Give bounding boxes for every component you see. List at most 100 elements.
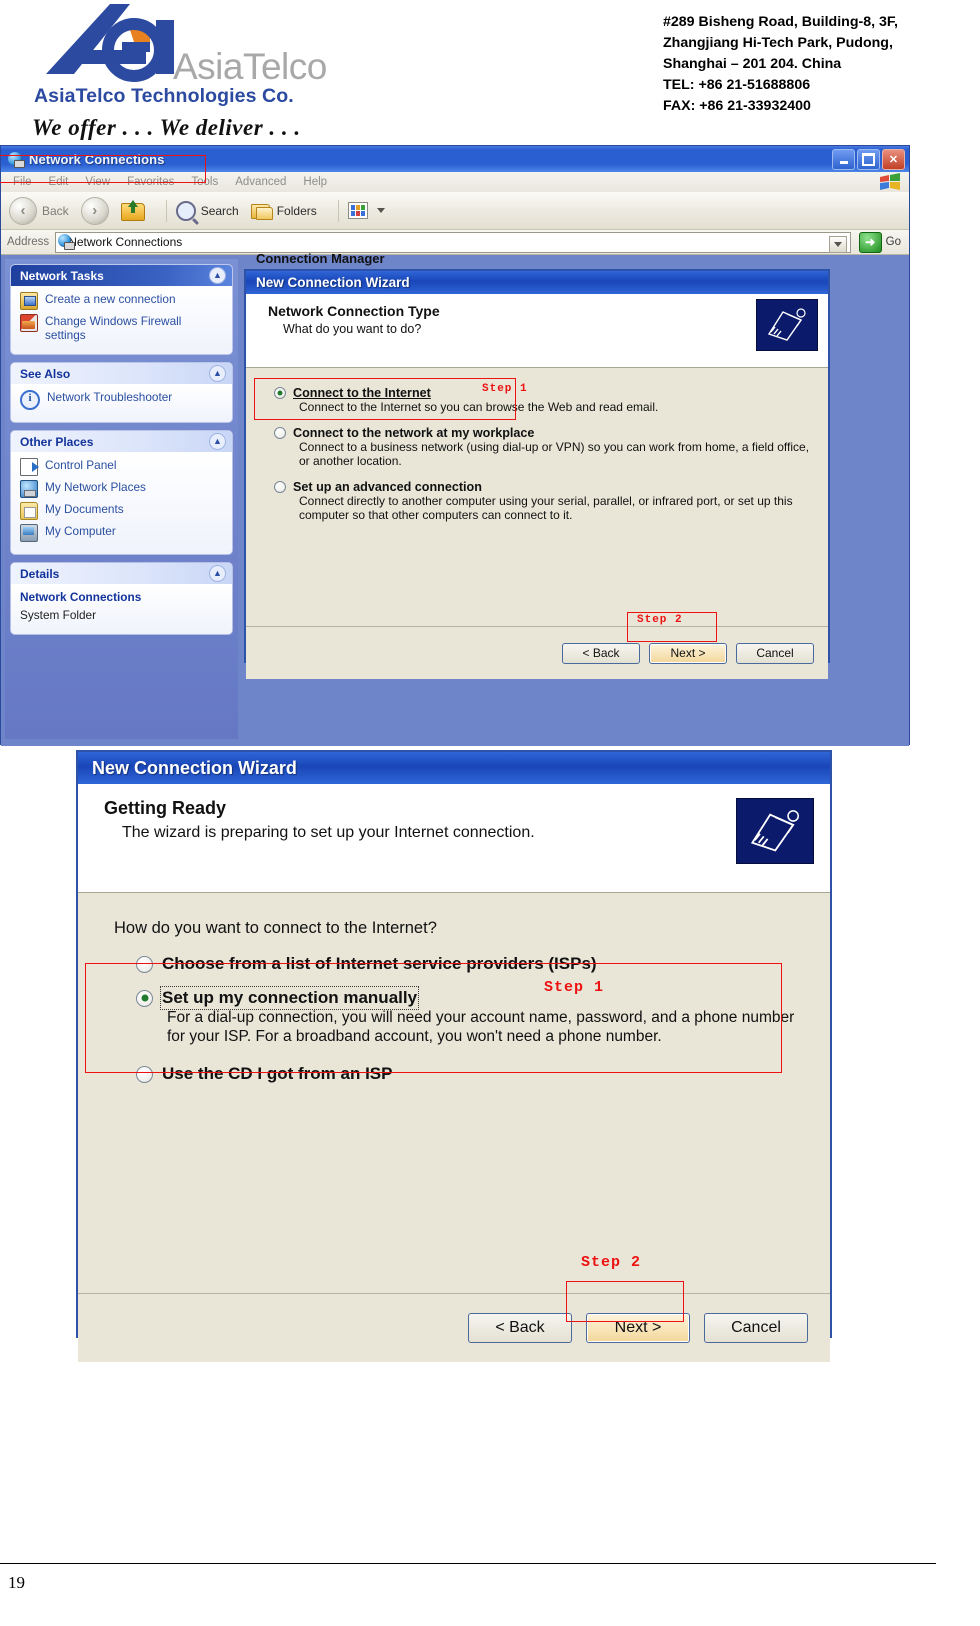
toolbar-separator-1 bbox=[165, 199, 167, 222]
up-button[interactable] bbox=[120, 200, 145, 221]
wizard2-footer: < Back Next > Cancel bbox=[78, 1293, 830, 1362]
task-item-control-panel[interactable]: Control Panel bbox=[20, 458, 225, 476]
wizard2-option-manual[interactable]: Set up my connection manually For a dial… bbox=[136, 986, 810, 1046]
back-button[interactable]: < Back bbox=[562, 642, 640, 664]
task-group-network-tasks: Network Tasks ▲ Create a new connection … bbox=[11, 265, 232, 354]
menu-view[interactable]: View bbox=[79, 176, 121, 188]
address-line-2: Zhangjiang Hi-Tech Park, Pudong, bbox=[663, 35, 893, 51]
task-header-other-places[interactable]: Other Places ▲ bbox=[11, 431, 232, 452]
menu-edit[interactable]: Edit bbox=[43, 176, 80, 188]
task-label: My Documents bbox=[45, 502, 124, 516]
wizard2-heading: Getting Ready bbox=[104, 798, 227, 818]
task-item-change-firewall[interactable]: Change Windows Firewall settings bbox=[20, 314, 225, 342]
cancel-button[interactable]: Cancel bbox=[704, 1313, 808, 1343]
back-button[interactable]: ‹ Back bbox=[9, 196, 69, 225]
new-connection-icon bbox=[20, 292, 38, 310]
task-group-see-also: See Also ▲ i Network Troubleshooter bbox=[11, 363, 232, 422]
views-button[interactable] bbox=[347, 202, 385, 219]
wizard1-header: Network Connection Type What do you want… bbox=[246, 294, 828, 368]
maximize-button[interactable] bbox=[857, 149, 880, 170]
company-address: #289 Bisheng Road, Building-8, 3F, Zhang… bbox=[663, 12, 898, 117]
annotation-step2-label: Step 2 bbox=[581, 1254, 642, 1271]
back-button[interactable]: < Back bbox=[468, 1313, 572, 1343]
wizard1-option-advanced[interactable]: Set up an advanced connection Connect di… bbox=[274, 480, 810, 522]
annotation-step1-label: Step 1 bbox=[544, 979, 605, 996]
radio-connect-workplace[interactable] bbox=[274, 427, 286, 439]
menu-advanced[interactable]: Advanced bbox=[229, 176, 297, 188]
wizard1-subheading: What do you want to do? bbox=[283, 322, 422, 336]
wizard2-titlebar: New Connection Wizard bbox=[78, 752, 830, 784]
task-item-my-computer[interactable]: My Computer bbox=[20, 524, 225, 542]
collapse-chevron-icon[interactable]: ▲ bbox=[209, 433, 226, 450]
window-title: Network Connections bbox=[29, 151, 165, 167]
wizard2-subheading: The wizard is preparing to set up your I… bbox=[122, 824, 535, 841]
toolbar: ‹ Back › Search Folders bbox=[1, 192, 909, 230]
search-icon bbox=[175, 200, 196, 221]
control-panel-icon bbox=[20, 458, 39, 476]
task-header-network-tasks[interactable]: Network Tasks ▲ bbox=[11, 265, 232, 286]
views-grid-icon bbox=[347, 202, 368, 219]
address-label: Address bbox=[7, 236, 50, 248]
task-item-network-troubleshooter[interactable]: i Network Troubleshooter bbox=[20, 390, 225, 410]
task-label: My Network Places bbox=[45, 480, 146, 494]
forward-button[interactable]: › bbox=[80, 196, 109, 225]
folders-button[interactable]: Folders bbox=[250, 202, 317, 220]
annotation-step2-label: Step 2 bbox=[637, 614, 683, 626]
radio-setup-manually[interactable] bbox=[136, 989, 153, 1007]
menu-file[interactable]: File bbox=[7, 176, 43, 188]
menu-bar: File Edit View Favorites Tools Advanced … bbox=[1, 172, 909, 192]
letterhead: AsiaTelco AsiaTelco Technologies Co. We … bbox=[0, 0, 980, 145]
folders-label: Folders bbox=[276, 203, 317, 218]
task-item-my-documents[interactable]: My Documents bbox=[20, 502, 225, 520]
task-title-other-places: Other Places bbox=[20, 434, 94, 449]
new-connection-wizard-dialog-2: New Connection Wizard Getting Ready The … bbox=[76, 750, 832, 1362]
task-label: Create a new connection bbox=[45, 292, 176, 306]
menu-tools[interactable]: Tools bbox=[185, 176, 229, 188]
wizard2-option-isp-list[interactable]: Choose from a list of Internet service p… bbox=[136, 954, 810, 974]
radio-use-cd[interactable] bbox=[136, 1065, 153, 1083]
address-line-1: #289 Bisheng Road, Building-8, 3F, bbox=[663, 14, 898, 30]
go-button[interactable]: ➜ Go bbox=[858, 231, 901, 253]
details-subtitle: System Folder bbox=[20, 608, 97, 622]
menu-favorites[interactable]: Favorites bbox=[121, 176, 185, 188]
radio-connect-internet[interactable] bbox=[274, 387, 286, 399]
task-body-network-tasks: Create a new connection Change Windows F… bbox=[11, 286, 232, 354]
wizard1-option-internet[interactable]: Connect to the Internet Connect to the I… bbox=[274, 386, 810, 414]
close-icon[interactable]: ✕ bbox=[882, 149, 905, 170]
task-label: My Computer bbox=[45, 524, 116, 538]
radio-choose-isp-list[interactable] bbox=[136, 955, 153, 973]
page-number: 19 bbox=[8, 1573, 25, 1592]
go-arrow-icon: ➜ bbox=[858, 231, 882, 253]
menu-help[interactable]: Help bbox=[297, 176, 338, 188]
task-item-create-connection[interactable]: Create a new connection bbox=[20, 292, 225, 310]
option-description: For a dial-up connection, you will need … bbox=[167, 1009, 795, 1045]
radio-advanced-connection[interactable] bbox=[274, 481, 286, 493]
collapse-chevron-icon[interactable]: ▲ bbox=[209, 565, 226, 582]
search-label: Search bbox=[200, 203, 239, 218]
option-description: Connect directly to another computer usi… bbox=[299, 494, 793, 522]
wizard2-option-cd[interactable]: Use the CD I got from an ISP bbox=[136, 1064, 810, 1084]
task-item-my-network-places[interactable]: My Network Places bbox=[20, 480, 225, 498]
address-input[interactable]: Network Connections bbox=[55, 231, 851, 253]
network-places-icon bbox=[20, 480, 38, 498]
minimize-button[interactable] bbox=[832, 149, 855, 170]
window-titlebar: Network Connections ✕ bbox=[1, 146, 909, 172]
option-description: Connect to a business network (using dia… bbox=[299, 440, 810, 468]
cancel-button[interactable]: Cancel bbox=[736, 642, 814, 664]
network-wizard-icon bbox=[736, 798, 814, 864]
address-dropdown-button[interactable] bbox=[828, 235, 847, 253]
wizard1-option-workplace[interactable]: Connect to the network at my workplace C… bbox=[274, 426, 810, 468]
next-button[interactable]: Next > bbox=[649, 642, 727, 664]
details-name: Network Connections bbox=[20, 590, 225, 604]
info-icon: i bbox=[20, 390, 40, 410]
collapse-chevron-icon[interactable]: ▲ bbox=[209, 267, 226, 284]
next-button[interactable]: Next > bbox=[586, 1313, 690, 1343]
task-title-network-tasks: Network Tasks bbox=[20, 268, 104, 283]
search-button[interactable]: Search bbox=[175, 200, 239, 221]
task-header-see-also[interactable]: See Also ▲ bbox=[11, 363, 232, 384]
folders-icon bbox=[250, 202, 273, 220]
company-tagline: We offer . . . We deliver . . . bbox=[32, 115, 301, 140]
collapse-chevron-icon[interactable]: ▲ bbox=[209, 365, 226, 382]
task-header-details[interactable]: Details ▲ bbox=[11, 563, 232, 584]
new-connection-wizard-dialog-1: New Connection Wizard Network Connection… bbox=[244, 269, 830, 679]
